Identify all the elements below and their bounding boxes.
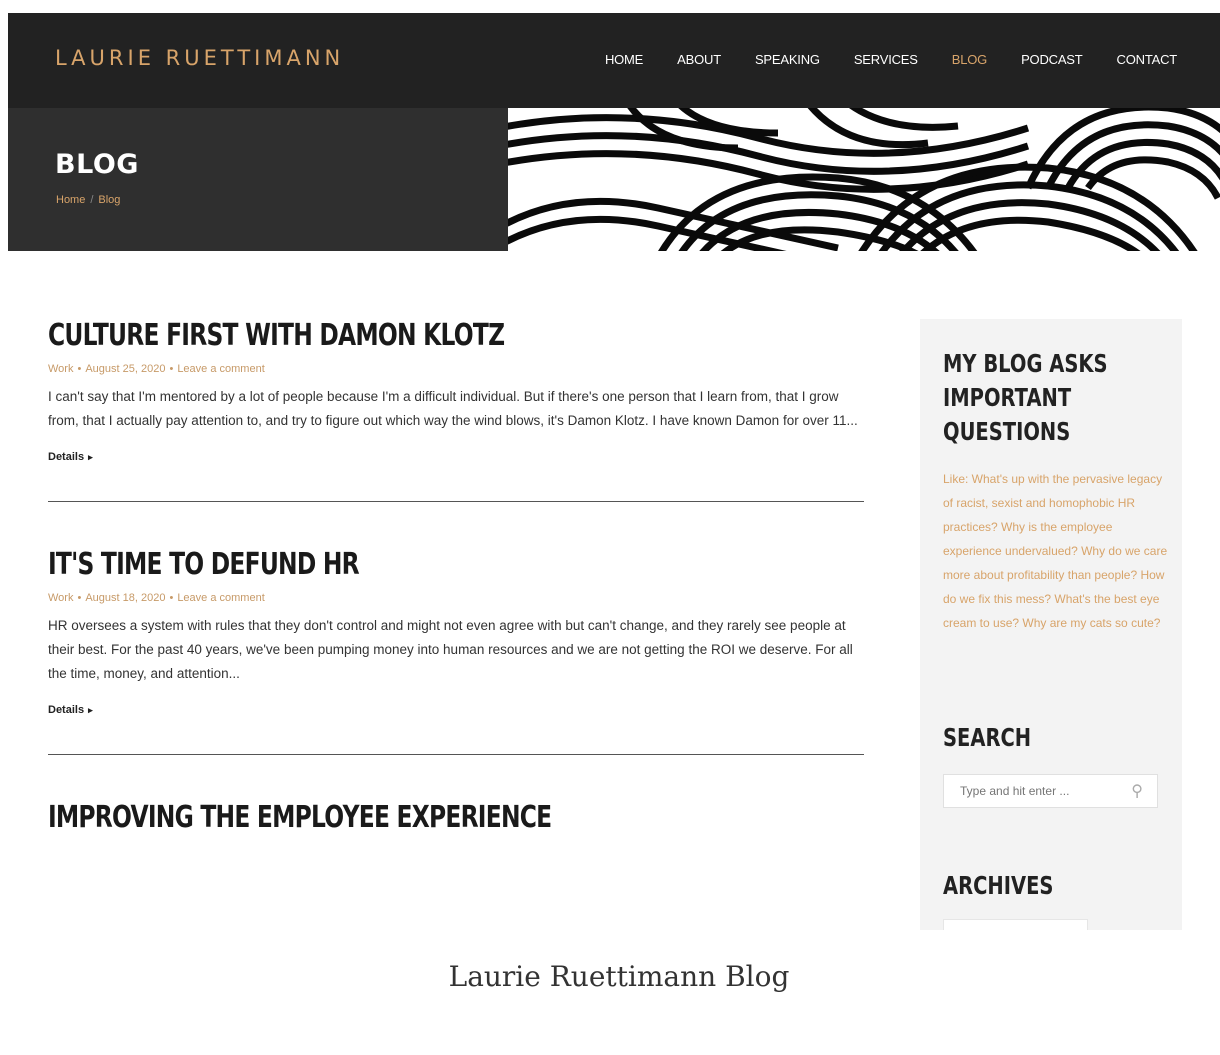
details-label[interactable]: Details	[48, 704, 84, 716]
page-title: BLOG	[55, 149, 139, 180]
nav-home[interactable]: HOME	[605, 52, 643, 67]
post-date[interactable]: August 18, 2020	[85, 592, 165, 604]
site-logo[interactable]: LAURIE RUETTIMANN	[55, 46, 344, 70]
arrow-right-icon: ▸	[88, 452, 93, 462]
post-divider	[48, 754, 864, 755]
nav-podcast[interactable]: PODCAST	[1021, 52, 1083, 67]
post-comments-link[interactable]: Leave a comment	[177, 592, 264, 604]
nav-services[interactable]: SERVICES	[854, 52, 918, 67]
page-hero: BLOG Home / Blog	[8, 108, 1220, 251]
nav-speaking[interactable]: SPEAKING	[755, 52, 820, 67]
nav-blog[interactable]: BLOG	[952, 52, 988, 67]
site-header: LAURIE RUETTIMANN HOME ABOUT SPEAKING SE…	[8, 13, 1220, 108]
details-label[interactable]: Details	[48, 451, 84, 463]
post-category[interactable]: Work	[48, 592, 73, 604]
breadcrumb: Home / Blog	[56, 194, 120, 206]
post-category[interactable]: Work	[48, 363, 73, 375]
post-item: IMPROVING THE EMPLOYEE EXPERIENCE	[48, 800, 864, 835]
nav-about[interactable]: ABOUT	[677, 52, 721, 67]
details-link[interactable]: Details ▸	[48, 451, 93, 463]
post-title[interactable]: CULTURE FIRST WITH DAMON KLOTZ	[48, 318, 684, 353]
search-heading: SEARCH	[943, 723, 1032, 752]
breadcrumb-current: Blog	[98, 194, 121, 206]
hero-title-area: BLOG Home / Blog	[8, 108, 508, 251]
about-text: Like: What's up with the pervasive legac…	[943, 472, 1168, 630]
wave-pattern-graphic	[508, 108, 1220, 251]
post-date[interactable]: August 25, 2020	[85, 363, 165, 375]
sidebar: MY BLOG ASKS IMPORTANT QUESTIONS Like: W…	[920, 319, 1182, 930]
breadcrumb-separator: /	[90, 194, 94, 206]
details-link[interactable]: Details ▸	[48, 704, 93, 716]
archives-dropdown[interactable]	[943, 919, 1088, 930]
post-list: CULTURE FIRST WITH DAMON KLOTZ Work • Augu…	[48, 318, 864, 835]
search-field[interactable]: ⚲	[943, 774, 1158, 808]
post-item: CULTURE FIRST WITH DAMON KLOTZ Work • Augu…	[48, 318, 864, 502]
post-meta: Work • August 18, 2020 • Leave a comment	[48, 592, 265, 604]
nav-contact[interactable]: CONTACT	[1117, 52, 1178, 67]
search-input[interactable]	[958, 783, 1132, 799]
search-icon[interactable]: ⚲	[1131, 781, 1143, 801]
hero-wave-pattern	[508, 108, 1220, 251]
arrow-right-icon: ▸	[88, 705, 93, 715]
post-meta: Work • August 25, 2020 • Leave a comment	[48, 363, 265, 375]
image-caption: Laurie Ruettimann Blog	[448, 960, 790, 993]
about-widget: MY BLOG ASKS IMPORTANT QUESTIONS Like: W…	[943, 347, 1173, 635]
post-title[interactable]: IT'S TIME TO DEFUND HR	[48, 547, 684, 582]
about-heading: MY BLOG ASKS IMPORTANT QUESTIONS	[943, 349, 1108, 446]
archives-heading: ARCHIVES	[943, 871, 1054, 900]
main-nav: HOME ABOUT SPEAKING SERVICES BLOG PODCAS…	[605, 52, 1177, 67]
breadcrumb-home[interactable]: Home	[56, 194, 85, 206]
post-divider	[48, 501, 864, 502]
post-comments-link[interactable]: Leave a comment	[177, 363, 264, 375]
post-excerpt: I can't say that I'm mentored by a lot o…	[48, 389, 858, 428]
post-item: IT'S TIME TO DEFUND HR Work • August 18, 2…	[48, 547, 864, 755]
post-excerpt: HR oversees a system with rules that the…	[48, 618, 853, 681]
post-title[interactable]: IMPROVING THE EMPLOYEE EXPERIENCE	[48, 800, 684, 835]
